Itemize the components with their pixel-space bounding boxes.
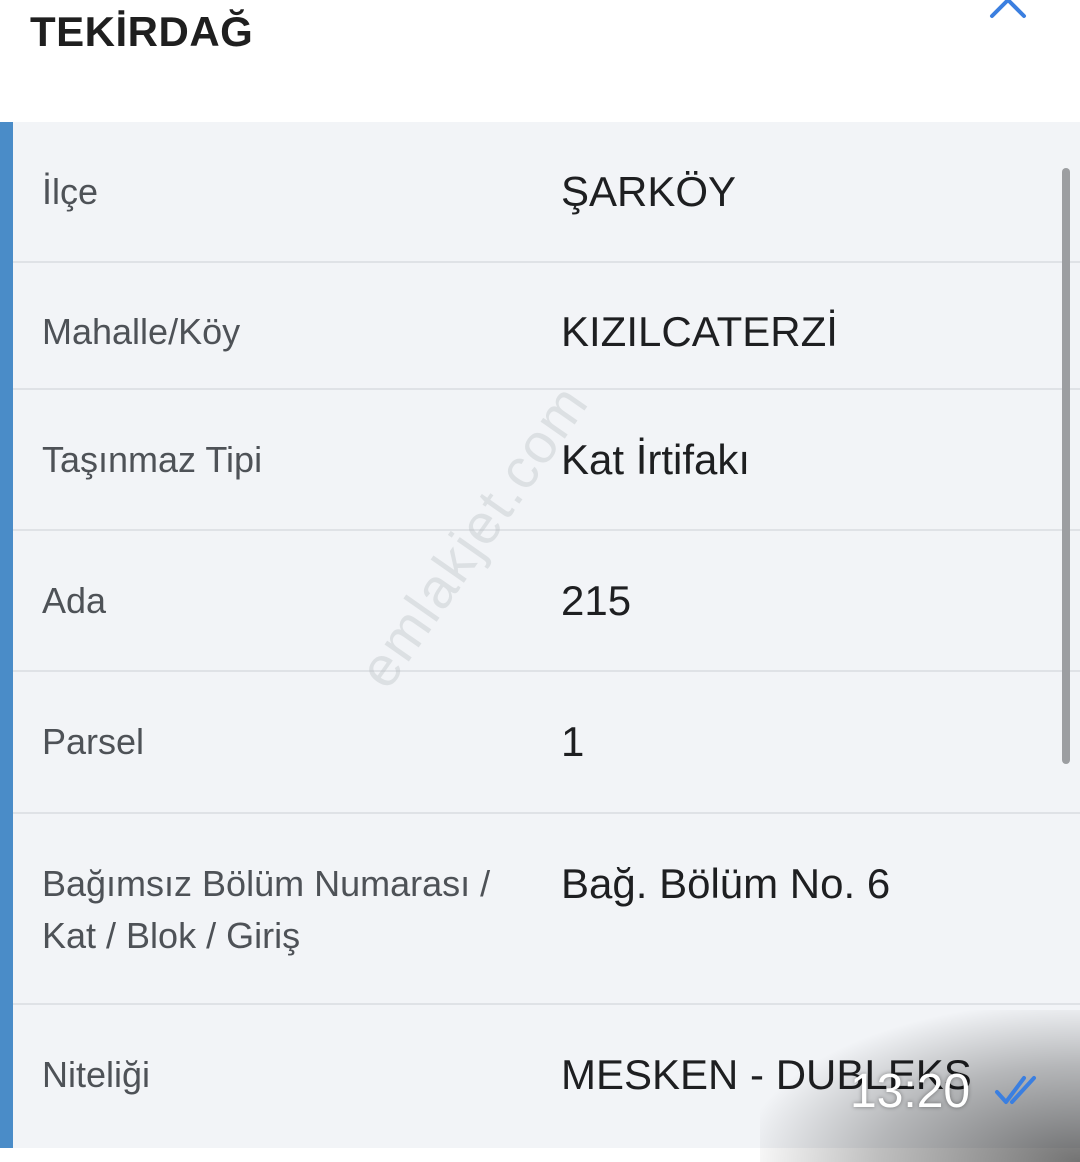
detail-label: İlçe <box>42 171 99 212</box>
detail-row-ilce: İlçe ŞARKÖY <box>13 122 1080 263</box>
chevron-up-icon[interactable] <box>988 0 1028 20</box>
bottom-edge <box>0 1148 1080 1162</box>
section-title: TEKİRDAĞ <box>30 8 254 55</box>
detail-label: Parsel <box>42 721 145 762</box>
detail-label: Ada <box>42 580 107 621</box>
detail-row-tasinmaz-tipi: Taşınmaz Tipi Kat İrtifakı <box>13 390 1080 531</box>
detail-value: KIZILCATERZİ <box>561 308 838 355</box>
details-list: İlçe ŞARKÖY Mahalle/Köy KIZILCATERZİ Taş… <box>13 122 1080 1150</box>
detail-label: Niteliği <box>42 1054 151 1095</box>
detail-value: 1 <box>561 718 585 765</box>
message-timestamp: 13:20 <box>850 1065 971 1118</box>
section-header[interactable]: TEKİRDAĞ <box>0 0 1080 122</box>
detail-row-ada: Ada 215 <box>13 531 1080 672</box>
detail-value: 215 <box>561 577 632 624</box>
detail-label: Taşınmaz Tipi <box>42 439 263 480</box>
detail-value: Kat İrtifakı <box>561 436 751 483</box>
detail-label: Mahalle/Köy <box>42 311 241 352</box>
screen: TEKİRDAĞ İlçe ŞARKÖY Mahalle/Köy KIZILCA… <box>0 0 1080 1162</box>
scrollbar[interactable] <box>1062 168 1070 764</box>
double-check-icon <box>995 1076 1036 1104</box>
detail-value: ŞARKÖY <box>561 168 737 215</box>
detail-label: Bağımsız Bölüm Numarası / Kat / Blok / G… <box>42 863 491 956</box>
detail-value: Bağ. Bölüm No. 6 <box>561 860 891 907</box>
detail-row-mahalle: Mahalle/Köy KIZILCATERZİ <box>13 263 1080 390</box>
accent-bar <box>0 122 13 1152</box>
property-details-panel: İlçe ŞARKÖY Mahalle/Köy KIZILCATERZİ Taş… <box>0 122 1080 1152</box>
detail-row-bagimsiz-bolum: Bağımsız Bölüm Numarası / Kat / Blok / G… <box>13 814 1080 1005</box>
detail-row-parsel: Parsel 1 <box>13 672 1080 814</box>
